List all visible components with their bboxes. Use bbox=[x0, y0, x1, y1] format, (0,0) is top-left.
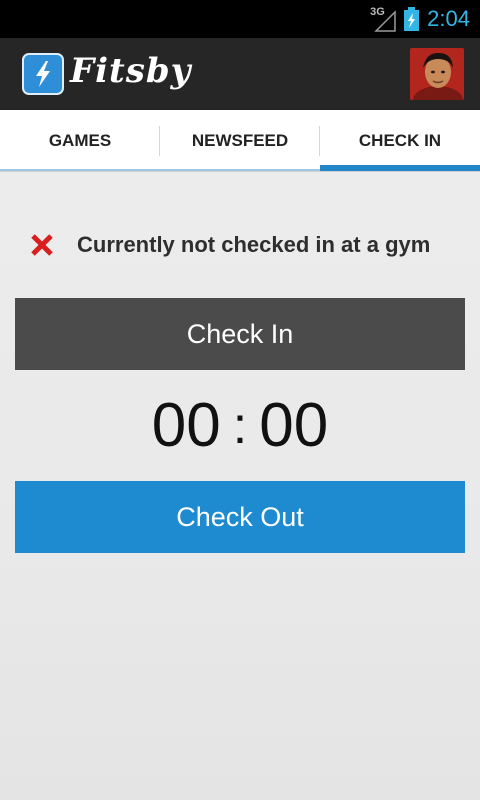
timer-separator: : bbox=[232, 396, 248, 455]
status-text: Currently not checked in at a gym bbox=[77, 232, 431, 257]
elapsed-timer: 00 : 00 bbox=[0, 390, 480, 461]
check-in-status: Currently not checked in at a gym bbox=[0, 232, 480, 258]
user-avatar[interactable] bbox=[410, 48, 464, 100]
tab-indicator-active bbox=[320, 165, 480, 171]
check-in-panel: Currently not checked in at a gym Check … bbox=[0, 172, 480, 800]
tab-indicator bbox=[0, 169, 160, 171]
tab-newsfeed[interactable]: NEWSFEED bbox=[160, 110, 320, 171]
action-bar: Fitsby bbox=[0, 38, 480, 110]
tab-bar: GAMES NEWSFEED CHECK IN bbox=[0, 110, 480, 172]
clock: 2:04 bbox=[427, 6, 470, 31]
lightning-bolt-icon[interactable] bbox=[22, 53, 64, 95]
x-icon bbox=[30, 233, 54, 257]
tab-label: NEWSFEED bbox=[191, 130, 289, 150]
tab-label: CHECK IN bbox=[358, 130, 442, 150]
signal-icon: 3G bbox=[370, 6, 396, 32]
tab-check-in[interactable]: CHECK IN bbox=[320, 110, 480, 171]
battery-charging-icon bbox=[404, 7, 420, 31]
status-bar: 3G 2:04 bbox=[0, 0, 480, 38]
app-title: Fitsby bbox=[70, 51, 192, 91]
tab-games[interactable]: GAMES bbox=[0, 110, 160, 171]
tab-indicator bbox=[160, 169, 320, 171]
check-out-button[interactable]: Check Out bbox=[15, 481, 465, 553]
timer-minutes: 00 bbox=[151, 391, 221, 460]
check-in-button[interactable]: Check In bbox=[15, 298, 465, 370]
status-icons: 3G 2:04 bbox=[370, 0, 470, 38]
timer-seconds: 00 bbox=[259, 391, 329, 460]
tab-label: GAMES bbox=[48, 130, 112, 150]
